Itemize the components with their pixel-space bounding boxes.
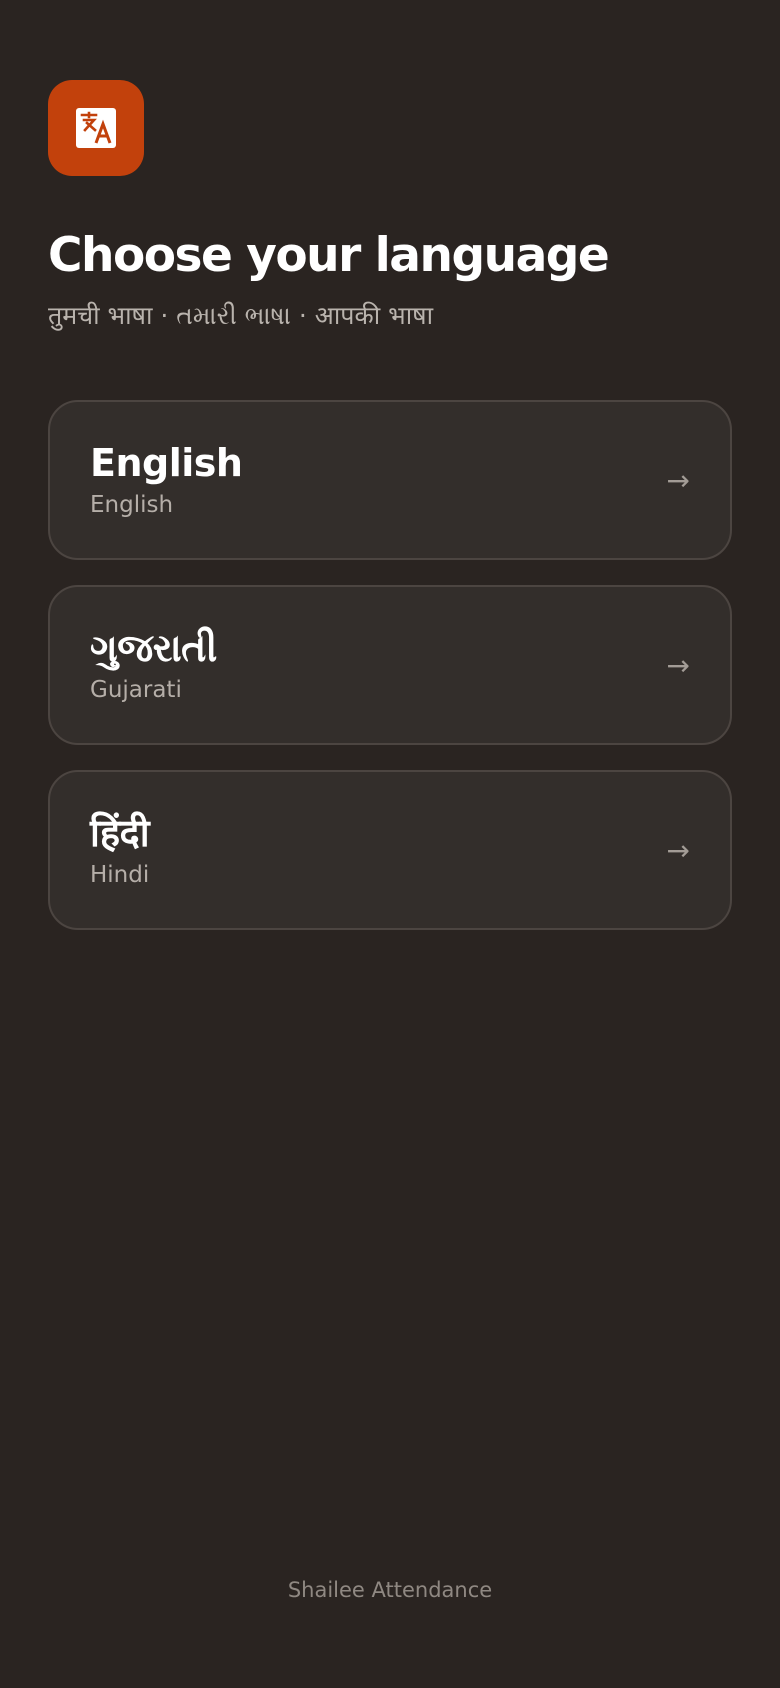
footer-brand: Shailee Attendance [287,1578,493,1602]
language-english-name: Hindi [90,862,150,888]
language-english-name: Gujarati [90,677,182,703]
translate-icon [48,80,144,176]
language-english-name: English [90,492,174,518]
language-option-hindi[interactable]: हिंदी Hindi → [48,770,732,930]
language-select-screen: Choose your language तुमची भाषा · તમારી … [0,0,780,1688]
language-text: ગુજરાતી Gujarati [90,625,217,705]
arrow-right-icon: → [666,648,690,682]
language-native-name: हिंदी [90,811,150,855]
language-native-name: English [90,441,243,485]
arrow-right-icon: → [666,463,690,497]
arrow-right-icon: → [666,833,690,867]
language-native-name: ગુજરાતી [90,626,217,670]
language-option-english[interactable]: English English → [48,400,732,560]
page-title: Choose your language [48,228,610,283]
language-text: हिंदी Hindi [90,810,150,890]
language-list: English English → ગુજરાતી Gujarati → हिं… [48,400,732,955]
language-option-gujarati[interactable]: ગુજરાતી Gujarati → [48,585,732,745]
language-text: English English [90,440,243,520]
page-subtitle: तुमची भाषा · તમારી ભાષા · आपकी भाषा [48,301,434,330]
